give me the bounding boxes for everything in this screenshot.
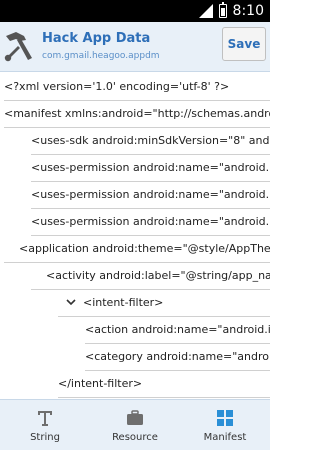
row-divider [4, 127, 270, 128]
row-divider [58, 316, 270, 317]
tree-row[interactable]: </intent-filter> [0, 372, 270, 394]
tree-row-text: <category android:name="android.intent.c… [85, 349, 270, 363]
row-divider [31, 154, 270, 155]
tree-row[interactable]: <?xml version='1.0' encoding='utf-8' ?> [0, 75, 270, 97]
text-t-icon [38, 411, 52, 426]
grid-icon [217, 410, 233, 426]
tree-row-text: <manifest xmlns:android="http://schemas.… [4, 106, 270, 120]
row-divider [58, 397, 270, 398]
row-divider [31, 289, 270, 290]
tree-row-text: <action android:name="android.intent.act… [85, 322, 270, 336]
row-divider [31, 208, 270, 209]
tree-row-text: <uses-permission android:name="android.p… [31, 187, 270, 201]
tree-row-text: <application android:theme="@style/AppTh… [19, 241, 270, 255]
briefcase-icon [127, 410, 143, 425]
nav-label-string: String [30, 432, 60, 443]
hammer-icon [4, 32, 32, 62]
manifest-tree[interactable]: <?xml version='1.0' encoding='utf-8' ?> <… [0, 73, 270, 399]
tree-row-text: <?xml version='1.0' encoding='utf-8' ?> [4, 79, 230, 93]
signal-icon [198, 4, 213, 18]
tree-row[interactable]: <uses-permission android:name="android.p… [0, 210, 270, 232]
nav-item-string[interactable]: String [0, 400, 90, 450]
nav-label-manifest: Manifest [203, 432, 247, 443]
tree-row-text: <uses-permission android:name="android.p… [31, 160, 270, 174]
tree-row[interactable]: <manifest xmlns:android="http://schemas.… [0, 102, 270, 124]
nav-item-resource[interactable]: Resource [90, 400, 180, 450]
row-divider [4, 100, 270, 101]
row-divider [4, 262, 270, 263]
tree-row[interactable]: <uses-sdk android:minSdkVersion="8" andr… [0, 129, 270, 151]
save-button[interactable]: Save [222, 27, 266, 61]
tree-row-text: <uses-sdk android:minSdkVersion="8" andr… [31, 133, 270, 147]
tree-row[interactable]: <action android:name="android.intent.act… [0, 318, 270, 340]
bottom-nav: String Resource Manifest [0, 399, 270, 450]
chevron-down-icon[interactable] [66, 297, 76, 307]
tree-row[interactable]: <intent-filter> [0, 291, 270, 313]
status-time: 8:10 [232, 3, 264, 19]
row-divider [31, 181, 270, 182]
tree-row-text: <uses-permission android:name="android.p… [31, 214, 270, 228]
tree-row-text: <activity android:label="@string/app_nam… [46, 268, 270, 282]
app-title: Hack App Data [42, 31, 151, 46]
tree-row[interactable]: <activity android:label="@string/app_nam… [0, 264, 270, 286]
row-divider [85, 370, 270, 371]
nav-label-resource: Resource [112, 432, 158, 443]
app-header: Hack App Data com.gmail.heagoo.appdm Sav… [0, 22, 270, 72]
row-divider [85, 343, 270, 344]
battery-icon [218, 2, 227, 18]
tree-row[interactable]: <uses-permission android:name="android.p… [0, 183, 270, 205]
app-package-name: com.gmail.heagoo.appdm [42, 51, 160, 61]
row-divider [31, 235, 270, 236]
tree-row-text: <intent-filter> [83, 295, 164, 309]
status-bar: 8:10 [0, 0, 270, 22]
nav-item-manifest[interactable]: Manifest [180, 400, 270, 450]
tree-row[interactable]: <category android:name="android.intent.c… [0, 345, 270, 367]
tree-row[interactable]: <uses-permission android:name="android.p… [0, 156, 270, 178]
tree-row-text: </intent-filter> [58, 376, 143, 390]
tree-row[interactable]: <application android:theme="@style/AppTh… [0, 237, 270, 259]
